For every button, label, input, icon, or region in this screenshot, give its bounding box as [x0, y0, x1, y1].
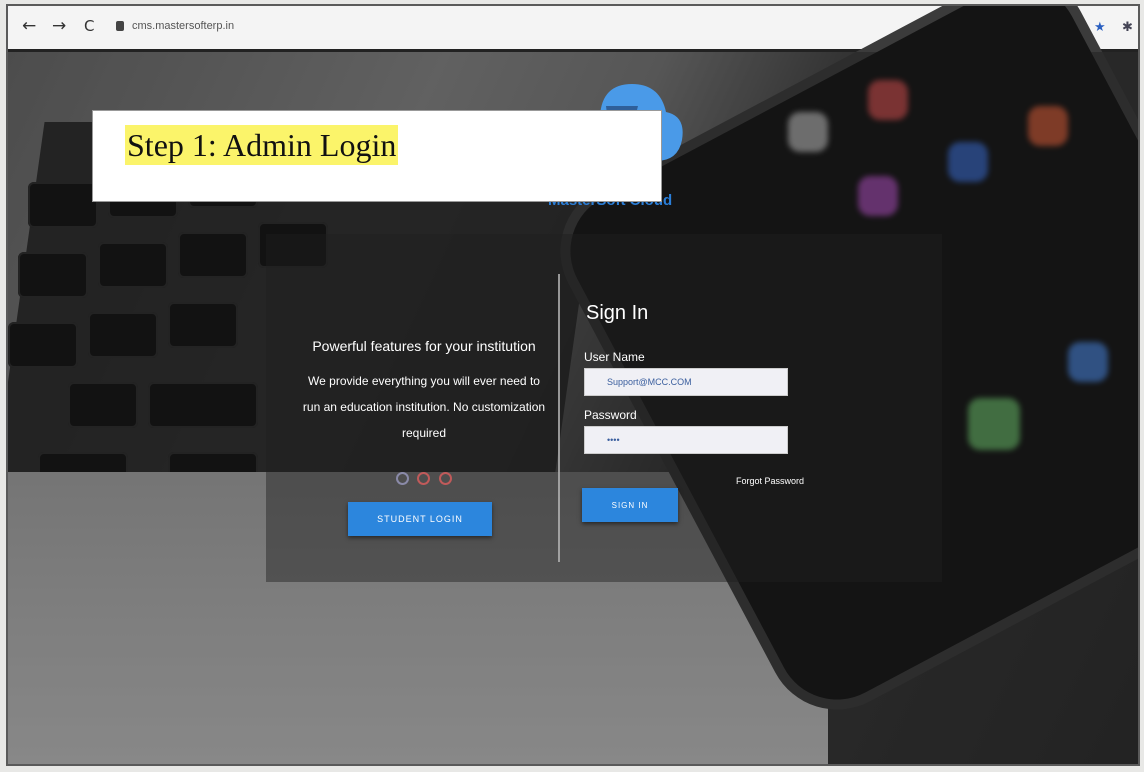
- step-banner-text: Step 1: Admin Login: [125, 125, 399, 165]
- password-input[interactable]: [584, 426, 788, 454]
- signin-button[interactable]: SIGN IN: [582, 488, 678, 522]
- username-input[interactable]: [584, 368, 788, 396]
- extension-icon[interactable]: ✱: [1122, 20, 1133, 35]
- carousel-dot[interactable]: [396, 472, 409, 485]
- student-login-button[interactable]: STUDENT LOGIN: [348, 502, 492, 536]
- carousel-dot[interactable]: [438, 472, 452, 485]
- screenshot-frame: ← → C cms.mastersofterp.in ⚷ ⌕ ★ ✱: [6, 4, 1140, 766]
- lock-icon: [116, 21, 124, 31]
- carousel-dot[interactable]: [417, 472, 431, 485]
- reload-icon[interactable]: C: [84, 17, 94, 35]
- username-label: User Name: [584, 350, 645, 364]
- carousel-indicators: [396, 472, 456, 490]
- step-banner: Step 1: Admin Login: [92, 110, 662, 202]
- password-label: Password: [584, 408, 637, 422]
- signin-title: Sign In: [586, 302, 649, 324]
- card-divider: [558, 274, 560, 562]
- promo-title: Powerful features for your institution: [312, 338, 536, 354]
- promo-subtitle: We provide everything you will ever need…: [302, 374, 546, 440]
- forward-arrow-icon[interactable]: →: [52, 16, 66, 36]
- star-icon[interactable]: ★: [1094, 20, 1106, 35]
- url-field[interactable]: cms.mastersofterp.in: [132, 20, 234, 32]
- forgot-password-link[interactable]: Forgot Password: [736, 476, 804, 486]
- back-arrow-icon[interactable]: ←: [22, 16, 36, 36]
